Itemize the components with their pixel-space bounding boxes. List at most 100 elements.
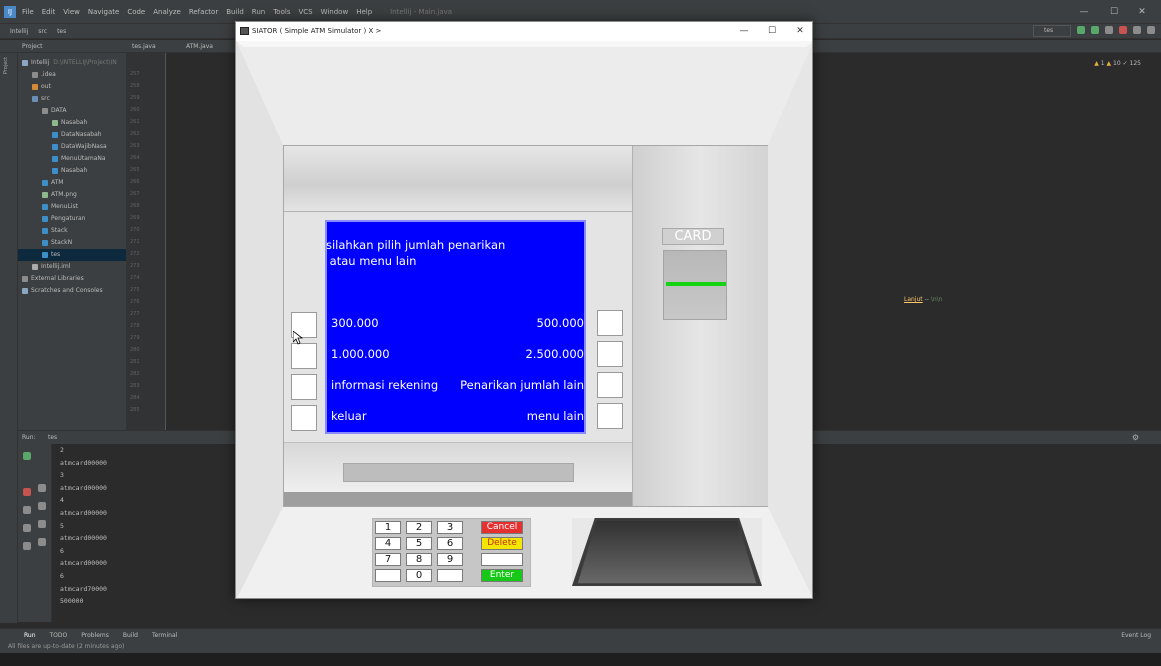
menu-tools[interactable]: Tools bbox=[273, 8, 290, 16]
card-slot[interactable] bbox=[663, 250, 727, 320]
tree-item[interactable]: Nasabah bbox=[18, 117, 126, 129]
key-6[interactable]: 6 bbox=[437, 537, 463, 550]
key-9[interactable]: 9 bbox=[437, 553, 463, 566]
tree-item[interactable]: MenuUtamaNa bbox=[18, 153, 126, 165]
camera-icon[interactable] bbox=[23, 506, 31, 514]
bottom-tab-terminal[interactable]: Terminal bbox=[152, 632, 177, 639]
tree-item[interactable]: Stack bbox=[18, 225, 126, 237]
scroll-end-icon[interactable] bbox=[38, 484, 46, 492]
event-log-button[interactable]: Event Log bbox=[1121, 632, 1151, 639]
project-tool-label[interactable]: Project bbox=[22, 43, 43, 50]
line-number: 283 bbox=[130, 383, 140, 389]
menu-help[interactable]: Help bbox=[356, 8, 372, 16]
tree-item[interactable]: DataWajibNasa bbox=[18, 141, 126, 153]
tree-item[interactable]: Pengaturan bbox=[18, 213, 126, 225]
menu-analyze[interactable]: Analyze bbox=[153, 8, 181, 16]
gear-icon[interactable]: ⚙ bbox=[1132, 433, 1139, 442]
menu-vcs[interactable]: VCS bbox=[298, 8, 312, 16]
tree-item[interactable]: out bbox=[18, 81, 126, 93]
bottom-tab-build[interactable]: Build bbox=[123, 632, 138, 639]
menu-edit[interactable]: Edit bbox=[42, 8, 56, 16]
key-3[interactable]: 3 bbox=[437, 521, 463, 534]
key-4[interactable]: 4 bbox=[375, 537, 401, 550]
key-2[interactable]: 2 bbox=[406, 521, 432, 534]
console-output[interactable]: 2 atmcard00000 3 atmcard00000 4 atmcard00000 5… bbox=[60, 444, 107, 608]
right-screen-button-4[interactable] bbox=[597, 403, 623, 429]
rerun-icon[interactable] bbox=[23, 452, 31, 460]
soft-wrap-icon[interactable] bbox=[38, 502, 46, 510]
key-0[interactable]: 0 bbox=[406, 569, 432, 582]
tree-item[interactable]: DataNasabah bbox=[18, 129, 126, 141]
tree-item[interactable]: External Libraries bbox=[18, 273, 126, 285]
key-1[interactable]: 1 bbox=[375, 521, 401, 534]
key-5[interactable]: 5 bbox=[406, 537, 432, 550]
menu-build[interactable]: Build bbox=[226, 8, 244, 16]
tree-item[interactable]: .idea bbox=[18, 69, 126, 81]
trash-icon[interactable] bbox=[38, 538, 46, 546]
run-config-select[interactable]: tes bbox=[1033, 25, 1071, 37]
atm-maximize-button[interactable]: ☐ bbox=[758, 22, 786, 41]
right-screen-button-2[interactable] bbox=[597, 341, 623, 367]
tree-item[interactable]: ATM.png bbox=[18, 189, 126, 201]
key-blank[interactable] bbox=[437, 569, 463, 582]
coverage-icon[interactable] bbox=[1105, 26, 1113, 34]
pin-icon[interactable] bbox=[23, 542, 31, 550]
left-screen-button-3[interactable] bbox=[291, 374, 317, 400]
left-screen-button-4[interactable] bbox=[291, 405, 317, 431]
ide-maximize-button[interactable]: ☐ bbox=[1099, 0, 1129, 24]
tree-item[interactable]: Scratches and Consoles bbox=[18, 285, 126, 297]
tree-item[interactable]: src bbox=[18, 93, 126, 105]
delete-key[interactable]: Delete bbox=[481, 537, 523, 550]
key-blank[interactable] bbox=[375, 569, 401, 582]
option-penarikan-jumlah-lain: Penarikan jumlah lain bbox=[460, 378, 584, 392]
atm-close-button[interactable]: ✕ bbox=[786, 22, 812, 41]
breadcrumb-file[interactable]: tes bbox=[57, 28, 66, 35]
run-tab-tes[interactable]: tes bbox=[48, 434, 57, 441]
ide-close-button[interactable]: ✕ bbox=[1127, 0, 1157, 24]
tree-item[interactable]: Intellij D:\INTELLIJ\Project\IN bbox=[18, 57, 126, 69]
menu-file[interactable]: File bbox=[22, 8, 34, 16]
inspection-widget[interactable]: ▲ 1 ▲ 10 ✓ 125 bbox=[1094, 60, 1141, 67]
bottom-tab-todo[interactable]: TODO bbox=[50, 632, 68, 639]
key-7[interactable]: 7 bbox=[375, 553, 401, 566]
right-screen-button-1[interactable] bbox=[597, 310, 623, 336]
menu-view[interactable]: View bbox=[63, 8, 80, 16]
settings-icon[interactable] bbox=[1133, 26, 1141, 34]
menu-refactor[interactable]: Refactor bbox=[189, 8, 218, 16]
cash-tray[interactable] bbox=[577, 520, 757, 584]
tab-tes-java[interactable]: tes.java bbox=[132, 43, 156, 50]
run-icon[interactable] bbox=[1077, 26, 1085, 34]
bottom-tab-problems[interactable]: Problems bbox=[81, 632, 109, 639]
ide-minimize-button[interactable]: — bbox=[1069, 0, 1099, 24]
tree-item[interactable]: StackN bbox=[18, 237, 126, 249]
breadcrumb-src[interactable]: src bbox=[38, 28, 47, 35]
stop-run-icon[interactable] bbox=[23, 488, 31, 496]
tree-item[interactable]: MenuList bbox=[18, 201, 126, 213]
tree-item[interactable]: DATA bbox=[18, 105, 126, 117]
right-screen-button-3[interactable] bbox=[597, 372, 623, 398]
tree-item[interactable]: ATM bbox=[18, 177, 126, 189]
cancel-key[interactable]: Cancel bbox=[481, 521, 523, 534]
search-icon[interactable] bbox=[1147, 26, 1155, 34]
project-strip-label[interactable]: Project bbox=[3, 57, 9, 74]
menu-navigate[interactable]: Navigate bbox=[88, 8, 119, 16]
print-icon[interactable] bbox=[38, 520, 46, 528]
breadcrumb-project[interactable]: Intellij bbox=[10, 28, 28, 35]
bottom-tab-run[interactable]: Run bbox=[24, 632, 36, 639]
key-8[interactable]: 8 bbox=[406, 553, 432, 566]
blank-key[interactable] bbox=[481, 553, 523, 566]
tree-item[interactable]: Nasabah bbox=[18, 165, 126, 177]
menu-run[interactable]: Run bbox=[252, 8, 265, 16]
enter-key[interactable]: Enter bbox=[481, 569, 523, 582]
tree-item[interactable]: Intellij.iml bbox=[18, 261, 126, 273]
stop-icon[interactable] bbox=[1119, 26, 1127, 34]
menu-code[interactable]: Code bbox=[127, 8, 145, 16]
left-screen-button-2[interactable] bbox=[291, 343, 317, 369]
tab-atm-java[interactable]: ATM.java bbox=[186, 43, 213, 50]
menu-window[interactable]: Window bbox=[321, 8, 349, 16]
layout-icon[interactable] bbox=[23, 524, 31, 532]
tree-item[interactable]: tes bbox=[18, 249, 126, 261]
debug-icon[interactable] bbox=[1091, 26, 1099, 34]
class-icon bbox=[42, 215, 48, 222]
atm-minimize-button[interactable]: — bbox=[730, 22, 758, 41]
